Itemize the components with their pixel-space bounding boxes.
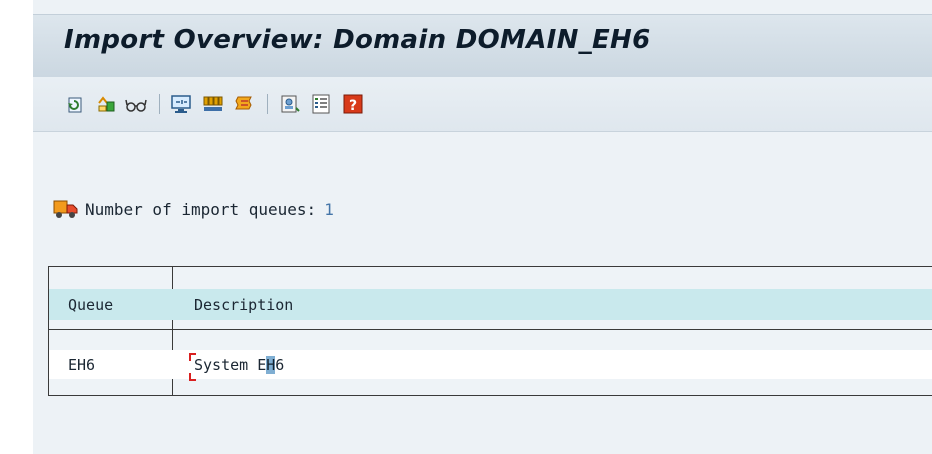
import-button[interactable]: [94, 92, 118, 116]
list-button[interactable]: [309, 92, 333, 116]
description-cell[interactable]: System EH6: [173, 350, 285, 381]
title-bar: Import Overview: Domain DOMAIN_EH6: [33, 14, 932, 78]
count-value: 1: [324, 199, 334, 219]
description-text: System E: [194, 355, 267, 374]
queue-bars-icon: [203, 96, 223, 111]
left-gutter: [0, 0, 34, 454]
monitor-button[interactable]: [169, 92, 193, 116]
queue-button[interactable]: [201, 92, 225, 116]
page-title: Import Overview: Domain DOMAIN_EH6: [64, 25, 651, 55]
import-queue-count: Number of import queues: 1: [53, 198, 334, 220]
description-text-end: 6: [275, 355, 285, 374]
glasses-icon: [125, 99, 147, 112]
import-overview-window: Import Overview: Domain DOMAIN_EH6 ? Num…: [33, 0, 932, 454]
list-icon: [312, 94, 330, 114]
table-header-row: Queue Description: [49, 289, 932, 320]
monitor-icon: [171, 95, 191, 113]
system-icon: [281, 95, 300, 113]
svg-text:?: ?: [349, 98, 357, 114]
column-header-queue[interactable]: Queue: [49, 289, 172, 320]
help-button[interactable]: ?: [341, 92, 365, 116]
import-truck-icon: [98, 96, 115, 112]
column-header-description[interactable]: Description: [173, 289, 293, 320]
queue-cell[interactable]: EH6: [49, 350, 172, 379]
refresh-icon: [68, 97, 82, 113]
count-label: Number of import queues:: [85, 199, 317, 219]
content-area: Number of import queues: 1 Queue Descrip…: [33, 132, 932, 454]
system-button[interactable]: [278, 92, 302, 116]
header-separator: [49, 329, 932, 330]
import-queue-table: Queue Description EH6 System EH6: [48, 266, 932, 396]
history-scroll-icon: [235, 96, 252, 110]
truck-icon: [53, 200, 78, 218]
display-button[interactable]: [124, 92, 148, 116]
application-toolbar: ?: [33, 77, 932, 132]
help-icon: ?: [343, 94, 363, 114]
refresh-button[interactable]: [62, 92, 86, 116]
toolbar-separator: [159, 94, 160, 114]
table-row[interactable]: EH6 System EH6: [49, 350, 932, 381]
history-button[interactable]: [233, 92, 257, 116]
description-selection: H: [266, 355, 276, 374]
toolbar-separator: [267, 94, 268, 114]
